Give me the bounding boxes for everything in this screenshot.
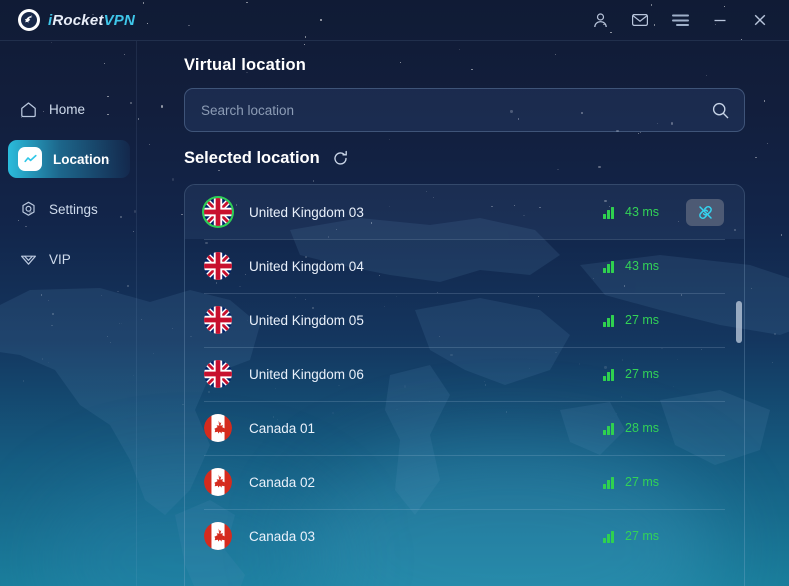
location-row-meta: 28 ms (603, 415, 724, 442)
page-title: Virtual location (184, 56, 307, 74)
connect-button-placeholder (686, 361, 724, 388)
ping-latency: 27 ms (625, 367, 660, 381)
sidebar-item-label-settings: Settings (49, 201, 98, 217)
sidebar-nav: Home Location Settings VIP (0, 41, 137, 278)
flag-icon-gb (204, 252, 232, 280)
connect-button-placeholder (686, 253, 724, 280)
sidebar-item-vip[interactable]: VIP (0, 240, 137, 278)
gear-icon (18, 199, 38, 219)
location-name: Canada 01 (249, 420, 316, 436)
app-title: iRocketVPN (48, 12, 135, 29)
connect-button-placeholder (686, 469, 724, 496)
location-row-meta: 27 ms (603, 523, 724, 550)
sidebar-item-home[interactable]: Home (0, 90, 137, 128)
signal-bars-icon (603, 206, 616, 219)
brand-suffix: VPN (103, 11, 136, 29)
sidebar-item-label-home: Home (49, 101, 86, 117)
connect-button-placeholder (686, 523, 724, 550)
app-logo: iRocketVPN (0, 9, 137, 31)
ping-latency: 27 ms (625, 475, 660, 489)
flag-icon-ca (204, 522, 232, 550)
scrollbar-thumb[interactable] (736, 301, 742, 343)
search-input[interactable] (201, 102, 710, 118)
location-row[interactable]: Canada 02 27 ms (185, 455, 744, 509)
location-name: United Kingdom 05 (249, 312, 364, 328)
minimize-icon[interactable] (711, 11, 729, 29)
signal-bars-icon (603, 530, 616, 543)
ping-latency: 43 ms (625, 259, 660, 273)
location-row-meta: 27 ms (603, 307, 724, 334)
connect-button-placeholder (686, 415, 724, 442)
location-row-meta: 43 ms (603, 253, 724, 280)
signal-bars-icon (603, 422, 616, 435)
title-bar: iRocketVPN (0, 0, 789, 41)
location-name: United Kingdom 03 (249, 204, 364, 220)
location-name: United Kingdom 06 (249, 366, 364, 382)
ping-latency: 27 ms (625, 313, 660, 327)
refresh-icon[interactable] (331, 149, 350, 168)
hamburger-menu-icon[interactable] (671, 11, 689, 29)
connect-button[interactable] (686, 198, 724, 226)
signal-bars-icon (603, 260, 616, 273)
link-icon (698, 205, 712, 219)
location-row[interactable]: United Kingdom 05 27 ms (185, 293, 744, 347)
location-name: Canada 02 (249, 474, 316, 490)
location-name: Canada 03 (249, 528, 316, 544)
envelope-icon[interactable] (631, 11, 649, 29)
sidebar: Home Location Settings VIP (0, 41, 137, 586)
close-icon[interactable] (751, 11, 769, 29)
flag-icon-ca (204, 468, 232, 496)
rocket-icon (18, 9, 40, 31)
location-list: United Kingdom 03 43 ms United Kingdom 04 4… (185, 185, 744, 586)
list-scrollbar[interactable] (736, 186, 742, 586)
connect-button-placeholder (686, 307, 724, 334)
flag-icon-gb (204, 306, 232, 334)
sidebar-item-label-vip: VIP (49, 251, 71, 267)
search-bar[interactable] (184, 88, 745, 132)
flag-icon-gb (204, 360, 232, 388)
ping-latency: 27 ms (625, 529, 660, 543)
signal-bars-icon (603, 476, 616, 489)
location-name: United Kingdom 04 (249, 258, 364, 274)
location-pulse-icon (18, 147, 42, 171)
user-icon[interactable] (591, 11, 609, 29)
flag-icon-gb (204, 198, 232, 226)
location-row[interactable]: United Kingdom 04 43 ms (185, 239, 744, 293)
sidebar-item-settings[interactable]: Settings (0, 190, 137, 228)
location-row-meta: 27 ms (603, 469, 724, 496)
selected-location-title: Selected location (184, 149, 320, 167)
app-window: iRocketVPN Home Location Settings VIP Vi… (0, 0, 789, 586)
sidebar-item-location[interactable]: Location (0, 140, 137, 178)
ping-latency: 43 ms (625, 205, 660, 219)
sidebar-item-label-location: Location (53, 151, 110, 167)
ping-latency: 28 ms (625, 421, 660, 435)
signal-bars-icon (603, 314, 616, 327)
flag-icon-ca (204, 414, 232, 442)
search-icon[interactable] (710, 100, 730, 120)
window-controls (591, 11, 789, 29)
location-row[interactable]: Canada 03 27 ms (185, 509, 744, 563)
location-row[interactable]: United Kingdom 03 43 ms (185, 185, 744, 239)
home-icon (18, 99, 38, 119)
location-list-card: United Kingdom 03 43 ms United Kingdom 04 4… (184, 184, 745, 586)
title-bar-divider (0, 40, 789, 41)
signal-bars-icon (603, 368, 616, 381)
main-content: Virtual location Selected location Unite… (137, 41, 789, 586)
location-row[interactable]: Canada 01 28 ms (185, 401, 744, 455)
selected-location-header: Selected location (184, 149, 350, 168)
location-row-meta: 43 ms (603, 198, 724, 226)
location-row-meta: 27 ms (603, 361, 724, 388)
location-row[interactable]: United Kingdom 06 27 ms (185, 347, 744, 401)
brand-middle: Rocket (52, 11, 104, 29)
crown-icon (18, 249, 38, 269)
